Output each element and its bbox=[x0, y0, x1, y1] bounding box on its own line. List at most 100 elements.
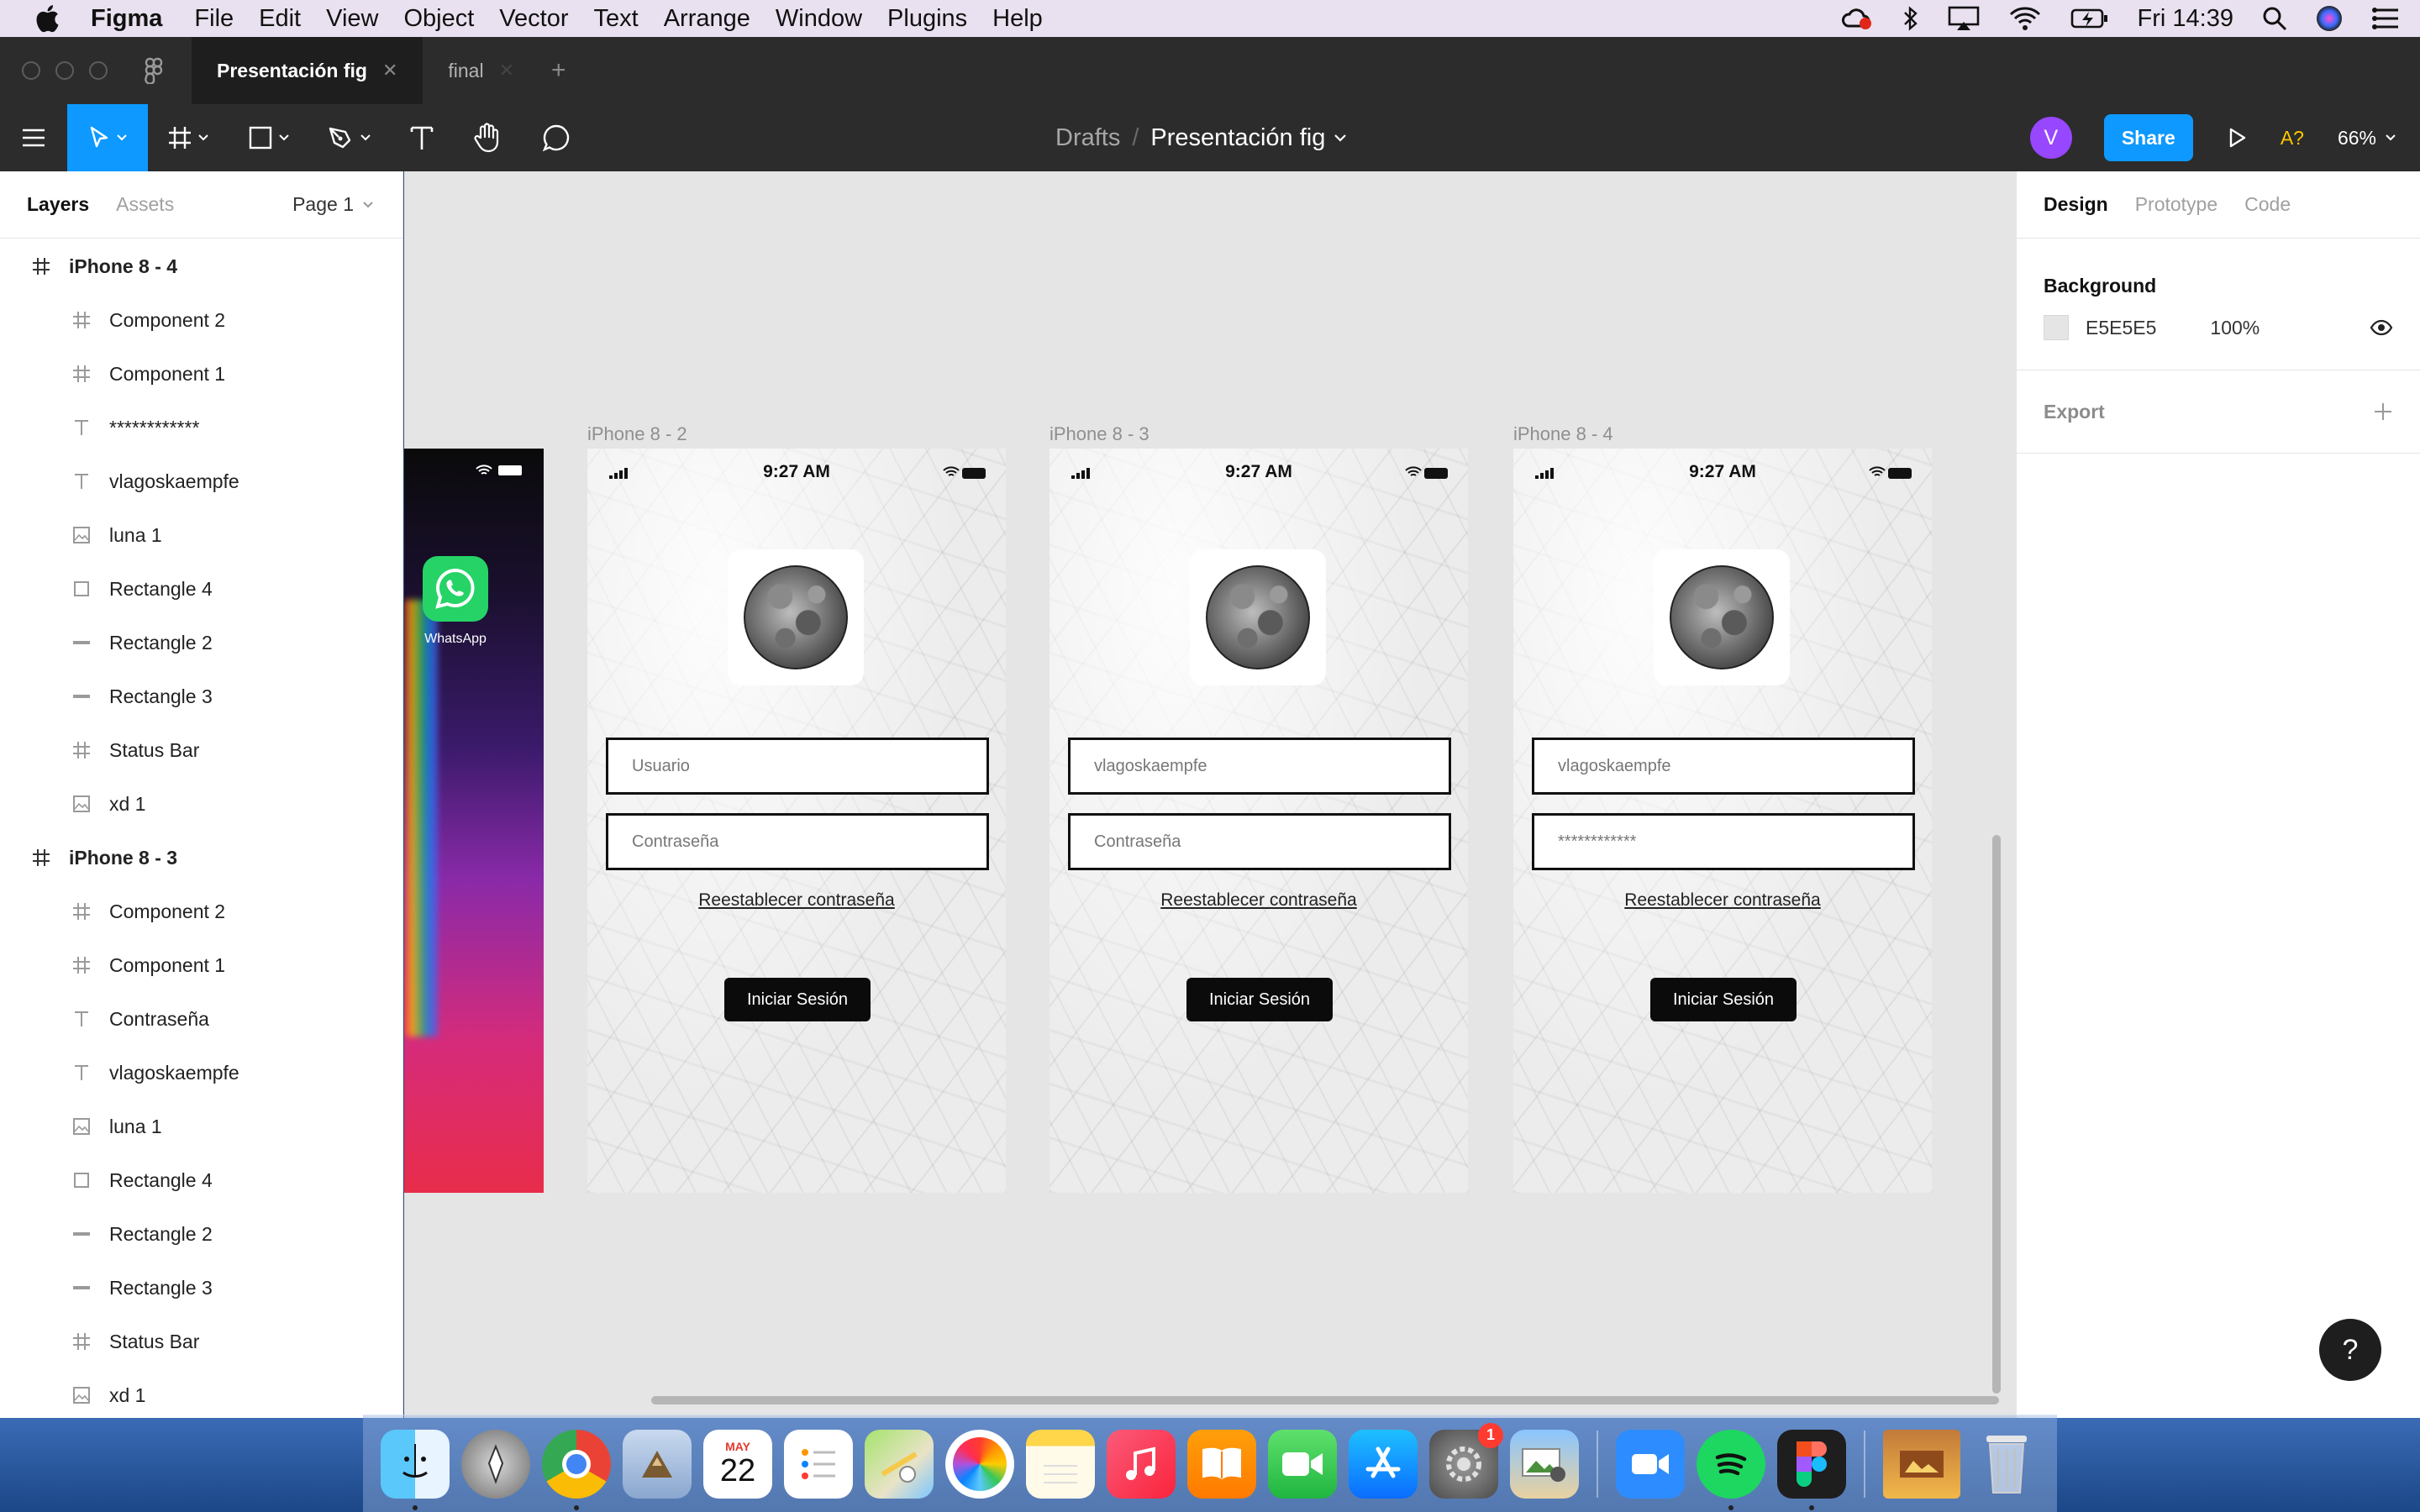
iphone-home-frame[interactable]: WhatsApp bbox=[404, 449, 544, 1193]
calendar-icon[interactable]: MAY 22 bbox=[703, 1429, 772, 1499]
text-tool-button[interactable] bbox=[390, 104, 454, 171]
eye-visibility-icon[interactable] bbox=[2370, 319, 2393, 336]
tab-code[interactable]: Code bbox=[2244, 193, 2291, 216]
bluetooth-icon[interactable] bbox=[1902, 5, 1919, 32]
move-tool-button[interactable] bbox=[67, 104, 148, 171]
present-play-icon[interactable] bbox=[2228, 127, 2247, 149]
layer-row[interactable]: iPhone 8 - 3 bbox=[0, 831, 402, 885]
zoom-dropdown[interactable]: 66% bbox=[2338, 127, 2396, 150]
help-button[interactable]: ? bbox=[2319, 1319, 2381, 1381]
background-opacity[interactable]: 100% bbox=[2210, 317, 2260, 339]
menu-window[interactable]: Window bbox=[776, 0, 862, 37]
user-avatar[interactable]: V bbox=[2029, 117, 2072, 159]
menu-text[interactable]: Text bbox=[594, 0, 639, 37]
shape-tool-button[interactable] bbox=[229, 104, 309, 171]
frame-tool-button[interactable] bbox=[148, 104, 229, 171]
reminders-icon[interactable] bbox=[784, 1429, 853, 1499]
frame-label[interactable]: iPhone 8 - 2 bbox=[587, 423, 687, 445]
share-button[interactable]: Share bbox=[2103, 114, 2193, 161]
control-center-icon[interactable] bbox=[2371, 7, 2400, 30]
window-close-button[interactable] bbox=[22, 61, 40, 80]
tab-layers[interactable]: Layers bbox=[27, 193, 89, 216]
spotify-icon[interactable] bbox=[1697, 1429, 1765, 1510]
frame-label[interactable]: iPhone 8 - 3 bbox=[1050, 423, 1150, 445]
tab-prototype[interactable]: Prototype bbox=[2135, 193, 2217, 216]
menu-object[interactable]: Object bbox=[403, 0, 474, 37]
login-button[interactable]: Iniciar Sesión bbox=[724, 978, 871, 1021]
facetime-icon[interactable] bbox=[1268, 1429, 1337, 1499]
layer-row[interactable]: Rectangle 4 bbox=[0, 1153, 402, 1207]
layer-row[interactable]: Component 1 bbox=[0, 347, 402, 401]
app-store-icon[interactable] bbox=[1349, 1429, 1418, 1499]
tab-final[interactable]: final ✕ bbox=[423, 37, 539, 104]
layer-row[interactable]: Rectangle 4 bbox=[0, 562, 402, 616]
layer-row[interactable]: iPhone 8 - 4 bbox=[0, 239, 402, 293]
wifi-icon[interactable] bbox=[2008, 6, 2042, 31]
menu-plugins[interactable]: Plugins bbox=[887, 0, 967, 37]
password-input[interactable]: Contraseña bbox=[1068, 813, 1451, 870]
hand-tool-button[interactable] bbox=[454, 104, 521, 171]
layer-row[interactable]: luna 1 bbox=[0, 1100, 402, 1153]
menu-app-name[interactable]: Figma bbox=[91, 0, 162, 37]
music-icon[interactable] bbox=[1107, 1429, 1176, 1499]
login-button[interactable]: Iniciar Sesión bbox=[1186, 978, 1333, 1021]
new-tab-icon[interactable]: + bbox=[551, 56, 566, 85]
layer-row[interactable]: Status Bar bbox=[0, 1315, 402, 1368]
menu-file[interactable]: File bbox=[194, 0, 234, 37]
layer-row[interactable]: xd 1 bbox=[0, 777, 402, 831]
reset-password-link[interactable]: Reestablecer contraseña bbox=[1050, 890, 1468, 911]
file-name[interactable]: Presentación fig bbox=[1150, 124, 1325, 152]
whatsapp-icon[interactable] bbox=[423, 556, 488, 622]
layer-row[interactable]: ************ bbox=[0, 401, 402, 454]
creative-cloud-icon[interactable] bbox=[1840, 6, 1874, 31]
layer-row[interactable]: luna 1 bbox=[0, 508, 402, 562]
figma-app-icon[interactable] bbox=[1777, 1429, 1846, 1510]
horizontal-scrollbar[interactable] bbox=[651, 1396, 1999, 1404]
launchpad-icon[interactable] bbox=[461, 1429, 530, 1499]
close-tab-icon[interactable]: ✕ bbox=[499, 60, 514, 81]
menu-arrange[interactable]: Arrange bbox=[664, 0, 750, 37]
layer-row[interactable]: Component 2 bbox=[0, 885, 402, 938]
layer-row[interactable]: Component 1 bbox=[0, 938, 402, 992]
layer-row[interactable]: Component 2 bbox=[0, 293, 402, 347]
photos-icon[interactable] bbox=[945, 1429, 1014, 1499]
layer-row[interactable]: Status Bar bbox=[0, 723, 402, 777]
layer-row[interactable]: Contraseña bbox=[0, 992, 402, 1046]
iphone-frame[interactable]: 9:27 AM vlagoskaempfe ************ Reestabl… bbox=[1513, 449, 1932, 1193]
menu-edit[interactable]: Edit bbox=[259, 0, 301, 37]
spotlight-icon[interactable] bbox=[2262, 6, 2287, 31]
window-minimize-button[interactable] bbox=[55, 61, 74, 80]
chevron-down-icon[interactable] bbox=[1334, 134, 1347, 142]
books-icon[interactable] bbox=[1187, 1429, 1256, 1499]
password-input[interactable]: ************ bbox=[1532, 813, 1915, 870]
chrome-icon[interactable] bbox=[542, 1429, 611, 1510]
image-capture-icon[interactable] bbox=[1510, 1429, 1579, 1499]
layer-row[interactable]: Rectangle 2 bbox=[0, 1207, 402, 1261]
iphone-frame[interactable]: 9:27 AM Usuario Contraseña Reestablecer con… bbox=[587, 449, 1006, 1193]
tab-design[interactable]: Design bbox=[2044, 193, 2108, 216]
layer-row[interactable]: vlagoskaempfe bbox=[0, 454, 402, 508]
main-menu-button[interactable] bbox=[0, 104, 67, 171]
recent-document-icon[interactable] bbox=[1883, 1429, 1960, 1499]
preview-mail-icon[interactable] bbox=[623, 1429, 692, 1499]
password-input[interactable]: Contraseña bbox=[606, 813, 989, 870]
add-export-plus-icon[interactable] bbox=[2373, 402, 2393, 422]
system-preferences-icon[interactable]: 1 bbox=[1429, 1422, 1503, 1499]
zoom-app-icon[interactable] bbox=[1616, 1429, 1685, 1499]
username-input[interactable]: Usuario bbox=[606, 738, 989, 795]
username-input[interactable]: vlagoskaempfe bbox=[1068, 738, 1451, 795]
apple-icon[interactable] bbox=[32, 2, 66, 35]
reset-password-link[interactable]: Reestablecer contraseña bbox=[1513, 890, 1932, 911]
background-color-swatch[interactable] bbox=[2044, 315, 2069, 340]
vertical-scrollbar[interactable] bbox=[1992, 835, 2001, 1394]
airplay-icon[interactable] bbox=[1948, 6, 1980, 31]
notes-icon[interactable] bbox=[1026, 1429, 1095, 1499]
battery-icon[interactable] bbox=[2070, 7, 2109, 30]
maps-icon[interactable] bbox=[865, 1429, 934, 1499]
layer-row[interactable]: vlagoskaempfe bbox=[0, 1046, 402, 1100]
tab-presentacion-fig[interactable]: Presentación fig ✕ bbox=[192, 37, 424, 104]
window-zoom-button[interactable] bbox=[89, 61, 108, 80]
menu-help[interactable]: Help bbox=[992, 0, 1043, 37]
frame-label[interactable]: iPhone 8 - 4 bbox=[1513, 423, 1613, 445]
menu-bar-clock[interactable]: Fri 14:39 bbox=[2138, 5, 2233, 33]
